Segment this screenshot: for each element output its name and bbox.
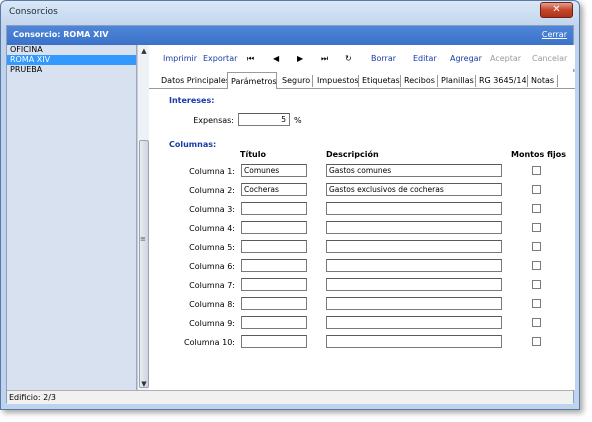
monto-fijo-checkbox[interactable] [532,223,541,232]
tab-datos-principales[interactable]: Datos Principales [161,75,230,89]
tab-rg-3645[interactable]: RG 3645/14 [479,75,527,89]
status-bar: Edificio: 2/3 [7,390,573,404]
titulo-input[interactable] [241,259,307,272]
descripcion-input[interactable] [326,202,502,215]
toolbar: Imprimir Exportar ⏮ ◀ ▶ ⏭ ↻ Borrar Edita… [149,45,575,69]
window-title: Consorcios [9,7,58,17]
prev-record-icon[interactable]: ◀ [273,54,279,63]
list-scrollbar[interactable]: ▲ ≡ ▼ [137,45,149,390]
descripcion-input[interactable] [326,240,502,253]
titulo-input[interactable] [241,297,307,310]
consorcio-list[interactable]: OFICINA ROMA XIV PRUEBA [7,45,137,390]
imprimir-button[interactable]: Imprimir [163,54,197,63]
columna-label: Columna 8: [189,300,235,309]
descripcion-input[interactable] [326,221,502,234]
expensas-label: Expensas: [193,116,234,125]
titulo-input[interactable]: Cocheras [241,183,307,196]
columna-label: Columna 3: [189,205,235,214]
descripcion-input[interactable] [326,278,502,291]
tab-separator [437,75,438,87]
titulo-input[interactable] [241,202,307,215]
exportar-button[interactable]: Exportar [203,54,237,63]
columna-label: Columna 1: [189,167,235,176]
tab-planillas[interactable]: Planillas [441,75,474,89]
consorcio-title: Consorcio: ROMA XIV [13,30,109,39]
descripcion-input[interactable] [326,316,502,329]
descripcion-input[interactable] [326,297,502,310]
titulo-input[interactable] [241,278,307,291]
descripcion-input[interactable] [326,259,502,272]
monto-fijo-checkbox[interactable] [532,280,541,289]
titulo-input[interactable]: Comunes [241,164,307,177]
columna-label: Columna 7: [189,281,235,290]
descripcion-input[interactable]: Gastos comunes [326,164,502,177]
titulo-column-header: Título [240,150,266,159]
tab-separator [312,75,313,87]
last-record-icon[interactable]: ⏭ [321,54,328,64]
monto-fijo-checkbox[interactable] [532,242,541,251]
percent-unit: % [294,116,302,125]
first-record-icon[interactable]: ⏮ [247,54,254,64]
title-bar: Consorcios ✕ [1,1,579,25]
refresh-icon[interactable]: ↻ [345,54,352,63]
tab-separator [358,75,359,87]
main-window: Consorcios ✕ Consorcio: ROMA XIV Cerrar … [0,0,580,410]
tab-separator [475,75,476,87]
scroll-thumb[interactable] [139,140,149,388]
columna-label: Columna 9: [189,319,235,328]
descripcion-column-header: Descripción [326,150,379,159]
montos-fijos-column-header: Montos fijos [511,150,566,159]
tab-seguro[interactable]: Seguro [282,75,310,89]
tab-parametros[interactable]: Parámetros [227,72,277,89]
monto-fijo-checkbox[interactable] [532,318,541,327]
intereses-heading: Intereses: [169,96,215,105]
next-record-icon[interactable]: ▶ [297,54,303,63]
columna-label: Columna 6: [189,262,235,271]
titulo-input[interactable] [241,221,307,234]
editar-button[interactable]: Editar [413,54,437,63]
tab-etiquetas[interactable]: Etiquetas [362,75,400,89]
monto-fijo-checkbox[interactable] [532,261,541,270]
window-close-button[interactable]: ✕ [540,2,573,18]
monto-fijo-checkbox[interactable] [532,185,541,194]
aceptar-button[interactable]: Aceptar [490,54,521,63]
tab-impuestos[interactable]: Impuestos [317,75,359,89]
parametros-panel: Intereses: Expensas: 5 % Columnas: Títul… [149,89,575,390]
expensas-input[interactable]: 5 [238,113,290,126]
columna-label: Columna 2: [189,186,235,195]
descripcion-input[interactable] [326,335,502,348]
tab-notas[interactable]: Notas [531,75,554,89]
borrar-button[interactable]: Borrar [371,54,396,63]
status-text: Edificio: 2/3 [9,393,57,402]
columna-label: Columna 4: [189,224,235,233]
grip-icon: ≡ [140,235,146,243]
monto-fijo-checkbox[interactable] [532,204,541,213]
titulo-input[interactable] [241,240,307,253]
client-area: Consorcio: ROMA XIV Cerrar OFICINA ROMA … [6,25,575,404]
tab-strip: Datos Principales Parámetros Seguro Impu… [149,72,575,89]
titulo-input[interactable] [241,316,307,329]
descripcion-input[interactable]: Gastos exclusivos de cocheras [326,183,502,196]
tab-separator [557,75,558,87]
columnas-heading: Columnas: [169,140,217,149]
tab-separator [400,75,401,87]
cancelar-button[interactable]: Cancelar [532,54,567,63]
columna-label: Columna 10: [184,338,235,347]
list-item[interactable]: ROMA XIV [7,55,136,65]
monto-fijo-checkbox[interactable] [532,337,541,346]
monto-fijo-checkbox[interactable] [532,299,541,308]
list-item[interactable]: OFICINA [7,45,136,55]
cerrar-link[interactable]: Cerrar [542,30,567,39]
tab-separator [527,75,528,87]
monto-fijo-checkbox[interactable] [532,166,541,175]
tab-recibos[interactable]: Recibos [404,75,435,89]
agregar-button[interactable]: Agregar [450,54,482,63]
titulo-input[interactable] [241,335,307,348]
list-item[interactable]: PRUEBA [7,65,136,75]
consorcio-header: Consorcio: ROMA XIV Cerrar [7,26,573,45]
columna-label: Columna 5: [189,243,235,252]
